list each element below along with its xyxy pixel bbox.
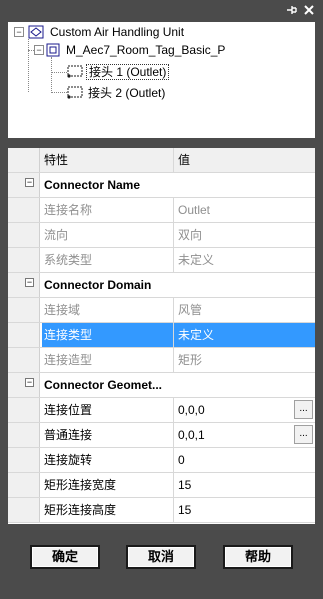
tree-item-connector-1-label[interactable]: 接头 1 (Outlet) xyxy=(86,64,170,80)
category-collapse-icon[interactable]: − xyxy=(25,278,34,287)
grid-header: 特性 值 xyxy=(8,148,315,173)
property-value: 矩形 xyxy=(178,353,203,367)
category-row[interactable]: − Connector Geomet... xyxy=(8,373,315,398)
tree-expander-family[interactable]: − xyxy=(34,45,44,55)
air-handling-unit-icon xyxy=(28,25,44,42)
property-value[interactable]: 15 xyxy=(174,473,315,497)
property-row[interactable]: 连接域 风管 xyxy=(8,298,315,323)
header-value[interactable]: 值 xyxy=(174,148,315,172)
property-row[interactable]: 系统类型 未定义 xyxy=(8,248,315,273)
property-grid: 特性 值 − Connector Name 连接名称 Outlet 流向 双向 系统类型 未定… xyxy=(8,148,315,524)
property-name: 连接域 xyxy=(42,298,174,322)
property-row[interactable]: 矩形连接高度 15 xyxy=(8,498,315,523)
property-value: 未定义 xyxy=(178,253,215,267)
category-label: Connector Geomet... xyxy=(44,378,163,392)
property-name: 连接类型 xyxy=(42,323,174,347)
duct-connector-icon xyxy=(66,85,84,102)
property-name: 普通连接 xyxy=(42,423,174,447)
property-value: 风管 xyxy=(178,303,203,317)
family-icon xyxy=(46,43,60,60)
property-value: Outlet xyxy=(178,203,211,217)
property-name: 系统类型 xyxy=(42,248,174,272)
property-value[interactable]: 未定义 xyxy=(174,323,315,347)
property-name: 连接造型 xyxy=(42,348,174,372)
category-label: Connector Name xyxy=(44,178,141,192)
property-name: 连接位置 xyxy=(42,398,174,422)
property-value: 双向 xyxy=(178,228,203,242)
property-name: 矩形连接宽度 xyxy=(42,473,174,497)
property-name: 流向 xyxy=(42,223,174,247)
ellipsis-button[interactable]: ... xyxy=(294,400,313,419)
help-button[interactable]: 帮助 xyxy=(223,545,293,569)
ellipsis-button[interactable]: ... xyxy=(294,425,313,444)
property-name: 连接旋转 xyxy=(42,448,174,472)
duct-connector-icon xyxy=(66,64,84,81)
tree-item-family[interactable]: M_Aec7_Room_Tag_Basic_P xyxy=(66,41,225,59)
tree-item-connector-1[interactable]: 接头 1 (Outlet) xyxy=(86,63,170,81)
category-collapse-icon[interactable]: − xyxy=(25,178,34,187)
close-icon[interactable] xyxy=(302,4,316,18)
cancel-button[interactable]: 取消 xyxy=(126,545,196,569)
property-value[interactable]: 0 xyxy=(174,448,315,472)
property-row[interactable]: 连接造型 矩形 xyxy=(8,348,315,373)
property-row[interactable]: 连接类型 未定义 xyxy=(8,323,315,348)
property-name: 矩形连接高度 xyxy=(42,498,174,522)
tree-expander-root[interactable]: − xyxy=(14,27,24,37)
property-row[interactable]: 流向 双向 xyxy=(8,223,315,248)
header-property[interactable]: 特性 xyxy=(42,148,174,172)
property-row[interactable]: 普通连接 0,0,1... xyxy=(8,423,315,448)
property-value[interactable]: 15 xyxy=(174,498,315,522)
tree-item-connector-2[interactable]: 接头 2 (Outlet) xyxy=(88,84,165,102)
tree-item-root[interactable]: Custom Air Handling Unit xyxy=(50,23,184,41)
property-row[interactable]: 连接名称 Outlet xyxy=(8,198,315,223)
ok-button[interactable]: 确定 xyxy=(30,545,100,569)
category-label: Connector Domain xyxy=(44,278,152,292)
pin-icon[interactable] xyxy=(285,4,299,18)
connector-tree: − Custom Air Handling Unit − M_Aec7_Room… xyxy=(8,22,315,138)
category-row[interactable]: − Connector Name xyxy=(8,173,315,198)
property-row[interactable]: 连接旋转 0 xyxy=(8,448,315,473)
category-row[interactable]: − Connector Domain xyxy=(8,273,315,298)
property-name: 连接名称 xyxy=(42,198,174,222)
panel-titlebar xyxy=(0,0,323,22)
property-row[interactable]: 连接位置 0,0,0... xyxy=(8,398,315,423)
category-collapse-icon[interactable]: − xyxy=(25,378,34,387)
property-row[interactable]: 矩形连接宽度 15 xyxy=(8,473,315,498)
